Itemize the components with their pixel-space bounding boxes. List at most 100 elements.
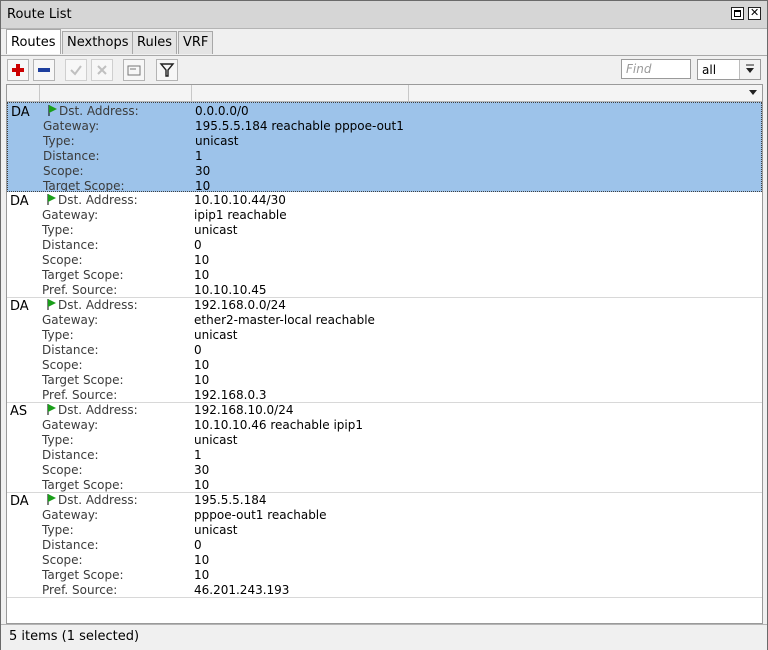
field-label: Gateway: (42, 208, 99, 222)
disable-button[interactable] (91, 59, 113, 81)
remove-button[interactable] (33, 59, 55, 81)
field-label: Dst. Address: (58, 193, 138, 207)
column-header-field[interactable] (40, 85, 192, 101)
field-label: Distance: (43, 149, 100, 163)
minus-icon (38, 68, 50, 72)
field-label: Dst. Address: (58, 493, 138, 507)
field-label: Gateway: (42, 313, 99, 327)
target-scope-value: 10 (194, 568, 210, 582)
tab-routes[interactable]: Routes (6, 29, 61, 54)
target-scope-value: 10 (194, 478, 210, 492)
type-value: unicast (194, 523, 238, 537)
gateway-value: ether2-master-local reachable (194, 313, 375, 327)
field-label: Distance: (42, 448, 99, 462)
dst-address-value: 192.168.0.0/24 (194, 298, 286, 312)
field-label: Gateway: (43, 119, 100, 133)
field-label: Scope: (42, 358, 83, 372)
active-flag-icon (47, 494, 56, 505)
column-header-value[interactable] (192, 85, 409, 101)
field-label: Gateway: (42, 508, 99, 522)
comment-button[interactable] (123, 59, 145, 81)
add-button[interactable] (7, 59, 29, 81)
scope-value: 10 (194, 253, 210, 267)
type-value: unicast (194, 433, 238, 447)
filter-select[interactable]: all (697, 59, 761, 80)
field-label: Target Scope: (42, 268, 124, 282)
status-text: 5 items (1 selected) (9, 629, 140, 644)
close-icon[interactable] (748, 6, 761, 20)
field-label: Dst. Address: (59, 104, 139, 118)
distance-value: 1 (195, 149, 203, 163)
distance-value: 1 (194, 448, 202, 462)
field-label: Scope: (42, 253, 83, 267)
gateway-value: 10.10.10.46 reachable ipip1 (194, 418, 363, 432)
type-value: unicast (194, 328, 238, 342)
dst-address-value: 10.10.10.44/30 (194, 193, 286, 207)
enable-button[interactable] (65, 59, 87, 81)
column-header-flags[interactable] (7, 85, 40, 101)
scope-value: 10 (194, 553, 210, 567)
restore-icon[interactable] (731, 7, 744, 20)
target-scope-value: 10 (195, 179, 211, 192)
tab-vrf[interactable]: VRF (178, 31, 214, 54)
field-label: Target Scope: (42, 373, 124, 387)
type-value: unicast (194, 223, 238, 237)
gateway-value: ipip1 reachable (194, 208, 287, 222)
field-label: Scope: (43, 164, 84, 178)
route-row[interactable]: DA Dst. Address: 10.10.10.44/30 Gateway:… (7, 192, 762, 298)
routes-list: DA Dst. Address: 0.0.0.0/0 Gateway: 195.5… (6, 84, 763, 624)
dst-address-value: 0.0.0.0/0 (195, 104, 249, 118)
field-label: Dst. Address: (58, 403, 138, 417)
active-flag-icon (48, 105, 57, 116)
field-label: Type: (42, 523, 74, 537)
window-title: Route List (7, 7, 72, 22)
plus-icon (12, 64, 24, 76)
route-row[interactable]: DA Dst. Address: 192.168.0.0/24 Gateway:… (7, 297, 762, 403)
tab-rules[interactable]: Rules (132, 31, 178, 54)
field-label: Pref. Source: (42, 283, 118, 297)
field-label: Target Scope: (43, 179, 125, 192)
route-list-window: Route List Routes Nexthops Rules VRF (0, 0, 768, 650)
filter-button[interactable] (156, 59, 178, 81)
title-bar: Route List (1, 1, 767, 29)
scope-value: 30 (194, 463, 210, 477)
gateway-value: 195.5.5.184 reachable pppoe-out1 (195, 119, 404, 133)
comment-icon (127, 65, 141, 76)
pref-source-value: 10.10.10.45 (194, 283, 267, 297)
field-label: Scope: (42, 553, 83, 567)
field-label: Gateway: (42, 418, 99, 432)
type-value: unicast (195, 134, 239, 148)
filter-select-value: all (702, 63, 717, 77)
columns-menu-icon[interactable] (747, 86, 759, 101)
column-header (7, 85, 762, 102)
field-label: Type: (42, 328, 74, 342)
dst-address-value: 195.5.5.184 (194, 493, 267, 507)
distance-value: 0 (194, 238, 202, 252)
dst-address-value: 192.168.10.0/24 (194, 403, 294, 417)
field-label: Distance: (42, 343, 99, 357)
active-flag-icon (47, 299, 56, 310)
field-label: Type: (42, 433, 74, 447)
scope-value: 10 (194, 358, 210, 372)
find-input[interactable] (621, 59, 691, 79)
scope-value: 30 (195, 164, 211, 178)
route-row[interactable]: AS Dst. Address: 192.168.10.0/24 Gateway… (7, 402, 762, 493)
field-label: Target Scope: (42, 568, 124, 582)
field-label: Dst. Address: (58, 298, 138, 312)
active-flag-icon (47, 194, 56, 205)
target-scope-value: 10 (194, 373, 210, 387)
toolbar: all (1, 56, 767, 84)
filter-icon (159, 63, 175, 77)
active-flag-icon (47, 404, 56, 415)
route-row[interactable]: DA Dst. Address: 0.0.0.0/0 Gateway: 195.5… (7, 102, 762, 192)
tab-nexthops[interactable]: Nexthops (62, 31, 134, 54)
field-label: Pref. Source: (42, 583, 118, 597)
field-label: Type: (43, 134, 75, 148)
route-row[interactable]: DA Dst. Address: 195.5.5.184 Gateway: ppp… (7, 492, 762, 598)
distance-value: 0 (194, 343, 202, 357)
pref-source-value: 192.168.0.3 (194, 388, 267, 402)
field-label: Scope: (42, 463, 83, 477)
target-scope-value: 10 (194, 268, 210, 282)
dropdown-arrow-icon[interactable] (739, 60, 760, 79)
field-label: Distance: (42, 538, 99, 552)
